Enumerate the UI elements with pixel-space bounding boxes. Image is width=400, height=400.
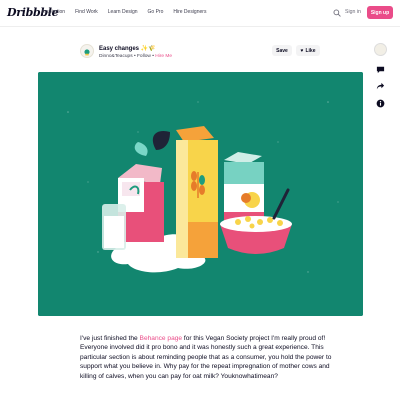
sidebar-avatar[interactable] <box>374 43 387 56</box>
sign-in-link[interactable]: Sign in <box>345 9 361 15</box>
author-name[interactable]: Dinno&Teacups <box>99 54 133 59</box>
search-icon[interactable] <box>333 9 341 17</box>
sign-up-button[interactable]: Sign up <box>367 6 393 19</box>
nav-link-hire-designers[interactable]: Hire Designers <box>173 9 206 15</box>
shot-title: Easy changes ✨🌾 <box>99 46 156 52</box>
shot-header: Easy changes ✨🌾 Dinno&Teacups • Follow •… <box>80 44 380 66</box>
nav-links: Inspiration Find Work Learn Design Go Pr… <box>42 9 206 15</box>
author-avatar[interactable] <box>80 44 94 58</box>
like-label: Like <box>305 47 316 54</box>
nav-link-learn-design[interactable]: Learn Design <box>108 9 138 15</box>
shot-description: I've just finished the Behance page for … <box>80 334 332 381</box>
nav-link-find-work[interactable]: Find Work <box>75 9 98 15</box>
share-icon[interactable] <box>376 82 385 91</box>
comment-icon[interactable] <box>376 65 385 74</box>
save-button[interactable]: Save <box>272 45 292 56</box>
shot-image[interactable] <box>38 72 363 316</box>
nav-link-go-pro[interactable]: Go Pro <box>148 9 164 15</box>
hire-me-link[interactable]: Hire Me <box>155 54 172 59</box>
description-text: I've just finished the <box>80 335 140 342</box>
nav-link-inspiration[interactable]: Inspiration <box>42 9 65 15</box>
info-icon[interactable] <box>376 99 385 108</box>
like-button[interactable]: ♥ Like <box>296 45 320 56</box>
shot-meta: Dinno&Teacups • Follow • Hire Me <box>99 54 172 59</box>
vegan-products-illustration <box>38 72 363 316</box>
heart-icon: ♥ <box>300 47 304 54</box>
top-nav: Dribbble Inspiration Find Work Learn Des… <box>0 0 400 27</box>
follow-link[interactable]: Follow <box>137 54 151 59</box>
avatar-illustration-icon <box>84 49 90 56</box>
behance-link[interactable]: Behance page <box>140 335 183 342</box>
